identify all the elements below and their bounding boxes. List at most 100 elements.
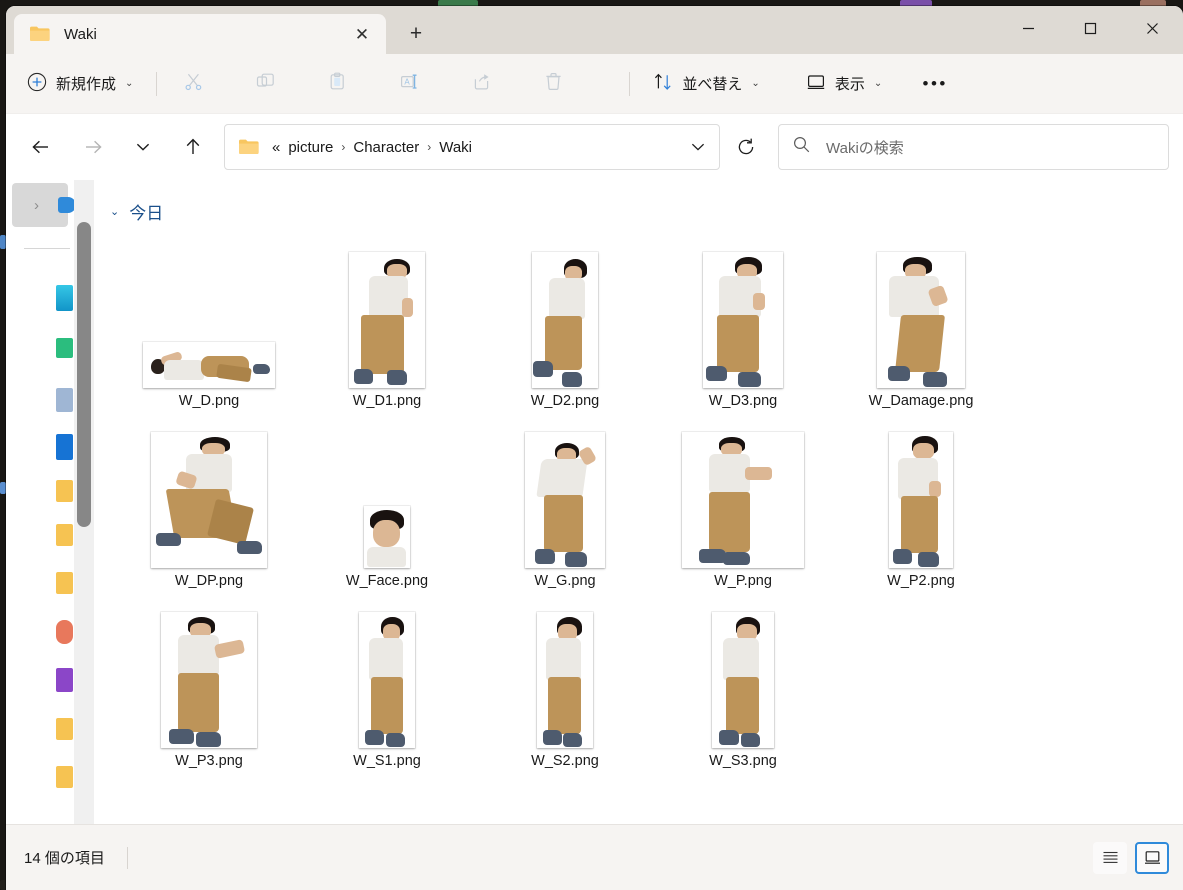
details-view-button[interactable] [1093, 841, 1127, 874]
file-name-label: W_D1.png [352, 393, 422, 409]
new-button[interactable]: 新規作成 ⌄ [18, 66, 142, 102]
search-icon [793, 136, 810, 158]
up-button[interactable] [176, 130, 210, 164]
nav-item-icon-drive[interactable] [56, 620, 73, 644]
search-placeholder: Wakiの検索 [826, 139, 904, 157]
copy-button[interactable] [243, 65, 287, 103]
file-item[interactable]: W_P.png [654, 414, 832, 594]
chevron-down-icon: ⌄ [751, 78, 760, 89]
breadcrumb-separator[interactable]: › [425, 140, 433, 154]
breadcrumb-separator[interactable]: › [339, 140, 347, 154]
nav-divider [24, 248, 70, 249]
sort-button[interactable]: 並べ替え ⌄ [644, 66, 768, 102]
thumbnail-image [143, 342, 275, 388]
file-thumbnail [298, 414, 476, 572]
file-name-label: W_DP.png [174, 573, 244, 589]
file-item[interactable]: W_D3.png [654, 234, 832, 414]
file-thumbnail [120, 414, 298, 572]
cut-icon [184, 72, 203, 96]
recent-locations-button[interactable] [126, 130, 160, 164]
nav-item-icon-dropbox[interactable] [56, 338, 73, 358]
rename-button[interactable]: A [387, 65, 431, 103]
file-item[interactable]: W_Face.png [298, 414, 476, 594]
nav-item-icon-folder-5[interactable] [56, 766, 73, 788]
nav-item-icon-folder-2[interactable] [56, 524, 73, 546]
thumbnail-image [161, 612, 257, 748]
file-explorer-window: Waki ✕ + 新規作成 ⌄ A 並べ替え ⌄ 表示 ⌄ ••• « pict… [6, 6, 1183, 890]
breadcrumb-item-character[interactable]: Character [347, 136, 425, 159]
thumbnail-image [537, 612, 593, 748]
nav-item-icon-folder-1[interactable] [56, 480, 73, 502]
navigation-scrollbar-thumb[interactable] [77, 222, 91, 527]
paste-button[interactable] [315, 65, 359, 103]
breadcrumb: « picture › Character › Waki [270, 136, 683, 159]
chevron-down-icon: ⌄ [873, 78, 883, 89]
file-item[interactable]: W_DP.png [120, 414, 298, 594]
thumbnail-image [889, 432, 953, 568]
address-dropdown-button[interactable] [683, 130, 713, 164]
file-item[interactable]: W_P2.png [832, 414, 1010, 594]
file-grid: W_D.png W_D1.png W_D2.png W_D3.png W_Dam… [94, 228, 1183, 774]
toolbar-divider-1 [156, 71, 158, 96]
close-window-button[interactable] [1121, 6, 1183, 50]
delete-button[interactable] [531, 65, 575, 103]
nav-item-icon-media[interactable] [56, 668, 73, 692]
thumbnail-image [532, 252, 598, 388]
maximize-button[interactable] [1059, 6, 1121, 50]
see-more-button[interactable]: ••• [913, 65, 957, 103]
paste-icon [328, 72, 347, 96]
delete-icon [544, 72, 563, 96]
file-item[interactable]: W_D.png [120, 234, 298, 414]
forward-button[interactable] [76, 130, 110, 164]
file-list-content: ⌄ 今日 W_D.png W_D1.png W_D2.png W_D3.png … [94, 180, 1183, 824]
file-name-label: W_Damage.png [868, 393, 974, 409]
address-bar[interactable]: « picture › Character › Waki [224, 124, 720, 170]
file-item[interactable]: W_S2.png [476, 594, 654, 774]
share-button[interactable] [459, 65, 503, 103]
file-thumbnail [120, 234, 298, 392]
view-button-label: 表示 [834, 76, 865, 93]
status-bar: 14 個の項目 [6, 824, 1183, 890]
file-name-label: W_Face.png [345, 573, 429, 589]
file-name-label: W_S3.png [709, 753, 777, 769]
file-item[interactable]: W_D2.png [476, 234, 654, 414]
back-button[interactable] [24, 130, 58, 164]
view-button[interactable]: 表示 ⌄ [797, 66, 891, 102]
file-thumbnail [298, 594, 476, 752]
file-thumbnail [120, 594, 298, 752]
address-bar-row: « picture › Character › Waki Wakiの検索 [6, 114, 1183, 180]
nav-item-icon-folder-3[interactable] [56, 572, 73, 594]
nav-item-icon-folder-4[interactable] [56, 718, 73, 740]
copy-icon [256, 72, 275, 96]
breadcrumb-item-picture[interactable]: picture [282, 136, 339, 159]
refresh-button[interactable] [726, 127, 766, 167]
file-thumbnail [476, 594, 654, 752]
file-item[interactable]: W_P3.png [120, 594, 298, 774]
file-name-label: W_G.png [534, 573, 596, 589]
breadcrumb-overflow[interactable]: « [270, 139, 282, 156]
file-item[interactable]: W_S3.png [654, 594, 832, 774]
new-tab-button[interactable]: + [398, 17, 434, 51]
file-item[interactable]: W_S1.png [298, 594, 476, 774]
plus-circle-icon [27, 72, 47, 96]
tab-waki[interactable]: Waki ✕ [14, 14, 386, 54]
sort-button-label: 並べ替え [682, 76, 743, 93]
search-input[interactable]: Wakiの検索 [778, 124, 1169, 170]
nav-item-icon-pc[interactable] [56, 388, 73, 412]
breadcrumb-item-waki[interactable]: Waki [433, 136, 478, 159]
large-icons-view-button[interactable] [1135, 841, 1169, 874]
group-header-today[interactable]: ⌄ 今日 [94, 198, 1183, 224]
folder-icon [30, 26, 50, 42]
nav-item-icon-gallery[interactable] [56, 285, 73, 311]
cut-button[interactable] [171, 65, 215, 103]
close-tab-button[interactable]: ✕ [348, 20, 376, 48]
file-item[interactable]: W_G.png [476, 414, 654, 594]
file-item[interactable]: W_Damage.png [832, 234, 1010, 414]
nav-item-icon-onedrive2[interactable] [56, 434, 73, 460]
file-item[interactable]: W_D1.png [298, 234, 476, 414]
minimize-button[interactable] [997, 6, 1059, 50]
file-name-label: W_D3.png [708, 393, 778, 409]
view-icon [806, 72, 826, 96]
rename-icon: A [400, 72, 419, 96]
thumbnail-image [703, 252, 783, 388]
